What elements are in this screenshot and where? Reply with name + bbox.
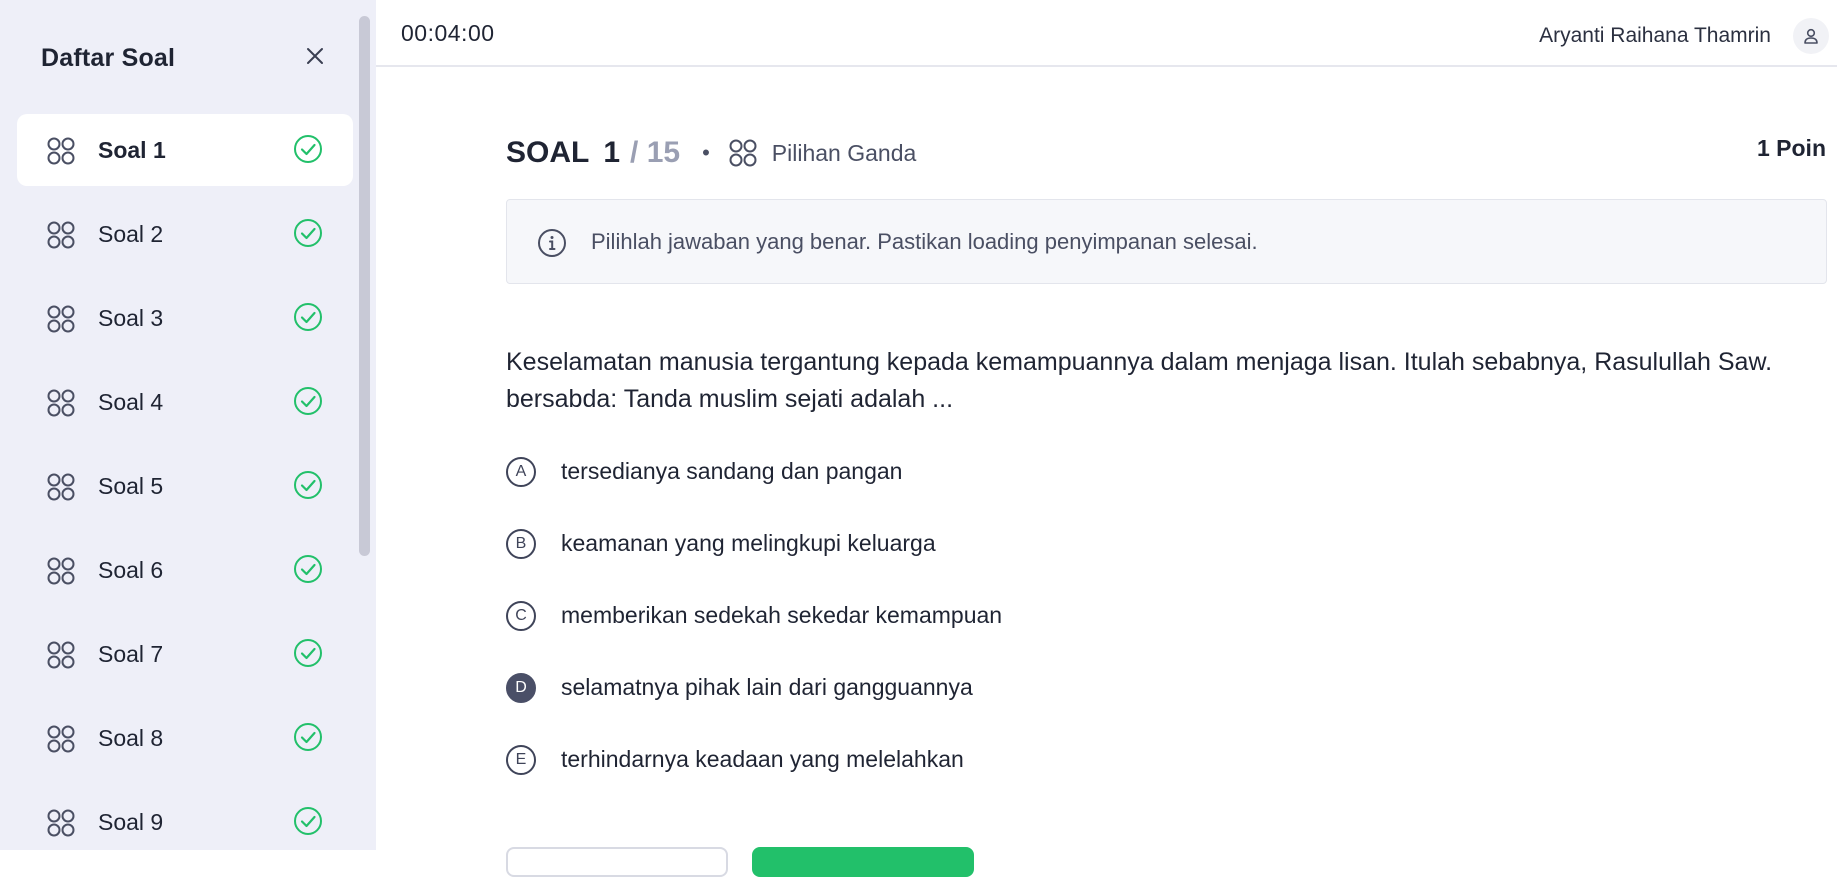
option-radio[interactable]: E	[506, 745, 536, 775]
option-text: selamatnya pihak lain dari gangguannya	[561, 674, 973, 700]
sidebar-item-label: Soal 3	[98, 305, 164, 331]
sidebar-item-label: Soal 9	[98, 809, 164, 835]
close-icon[interactable]	[301, 42, 329, 70]
sidebar-scrollbar[interactable]	[359, 16, 370, 556]
sidebar-item-label: Soal 5	[98, 473, 164, 499]
option-radio[interactable]: A	[506, 457, 536, 487]
option-radio[interactable]: D	[506, 673, 536, 703]
instruction-box: Pilihlah jawaban yang benar. Pastikan lo…	[506, 199, 1827, 284]
option-d[interactable]: D selamatnya pihak lain dari gangguannya	[506, 669, 1706, 741]
sidebar-header: Daftar Soal	[41, 44, 331, 76]
check-circle-icon	[294, 807, 322, 835]
check-circle-icon	[294, 219, 322, 247]
question-text: Keselamatan manusia tergantung kepada ke…	[506, 348, 1773, 413]
question-sidebar: Daftar Soal Soal 1 Soal 2 Soal 3 Soal 4	[0, 0, 376, 850]
question-type: Pilihan Ganda	[771, 139, 917, 166]
grid-icon	[47, 305, 75, 333]
grid-icon	[47, 725, 75, 753]
user-icon	[1804, 28, 1818, 44]
sidebar-title: Daftar Soal	[41, 44, 176, 72]
check-circle-icon	[294, 135, 322, 163]
option-e[interactable]: E terhindarnya keadaan yang melelahkan	[506, 741, 1706, 813]
grid-icon	[47, 389, 75, 417]
user-name: Aryanti Raihana Thamrin	[1539, 24, 1771, 47]
grid-icon	[47, 809, 75, 837]
question-word: SOAL	[506, 136, 590, 169]
sidebar-item-soal-1[interactable]: Soal 1	[17, 114, 353, 186]
grid-icon	[47, 473, 75, 501]
top-bar: 00:04:00 Aryanti Raihana Thamrin	[376, 0, 1837, 67]
sidebar-item-soal-5[interactable]: Soal 5	[17, 450, 353, 522]
sidebar-item-label: Soal 2	[98, 221, 164, 247]
sidebar-item-label: Soal 7	[98, 641, 164, 667]
countdown-timer: 00:04:00	[401, 20, 495, 46]
question-points: 1 Poin	[1756, 135, 1826, 161]
sidebar-item-label: Soal 4	[98, 389, 164, 415]
check-circle-icon	[294, 555, 322, 583]
option-b[interactable]: B keamanan yang melingkupi keluarga	[506, 525, 1706, 597]
grid-icon	[729, 139, 757, 167]
sidebar-item-soal-8[interactable]: Soal 8	[17, 702, 353, 774]
sidebar-item-soal-9[interactable]: Soal 9	[17, 786, 353, 850]
option-text: keamanan yang melingkupi keluarga	[561, 530, 936, 556]
option-text: terhindarnya keadaan yang melelahkan	[561, 746, 964, 772]
option-radio[interactable]: C	[506, 601, 536, 631]
check-circle-icon	[294, 387, 322, 415]
previous-button[interactable]	[506, 847, 728, 877]
option-a[interactable]: A tersedianya sandang dan pangan	[506, 453, 1706, 525]
grid-icon	[47, 137, 75, 165]
check-circle-icon	[294, 723, 322, 751]
info-icon	[538, 229, 566, 257]
avatar[interactable]	[1793, 18, 1829, 54]
option-c[interactable]: C memberikan sedekah sekedar kemampuan	[506, 597, 1706, 669]
option-text: tersedianya sandang dan pangan	[561, 458, 903, 484]
sidebar-item-soal-2[interactable]: Soal 2	[17, 198, 353, 270]
option-radio[interactable]: B	[506, 529, 536, 559]
question-total: / 15	[630, 136, 681, 169]
navigation-buttons	[506, 847, 1106, 877]
sidebar-item-label: Soal 6	[98, 557, 164, 583]
header-separator: •	[702, 140, 710, 165]
sidebar-item-soal-4[interactable]: Soal 4	[17, 366, 353, 438]
grid-icon	[47, 221, 75, 249]
answer-options: A tersedianya sandang dan pangan B keama…	[506, 453, 1706, 813]
sidebar-item-label: Soal 8	[98, 725, 164, 751]
option-text: memberikan sedekah sekedar kemampuan	[561, 602, 1003, 628]
check-circle-icon	[294, 471, 322, 499]
sidebar-item-soal-3[interactable]: Soal 3	[17, 282, 353, 354]
sidebar-item-soal-7[interactable]: Soal 7	[17, 618, 353, 690]
question-panel: SOAL 1 / 15 • Pilihan Ganda 1 Poin Pilih…	[376, 69, 1837, 877]
check-circle-icon	[294, 639, 322, 667]
question-list: Soal 1 Soal 2 Soal 3 Soal 4 Soal 5 Soal …	[17, 114, 353, 850]
grid-icon	[47, 641, 75, 669]
next-button[interactable]	[752, 847, 974, 877]
grid-icon	[47, 557, 75, 585]
sidebar-item-soal-6[interactable]: Soal 6	[17, 534, 353, 606]
question-number: 1	[603, 136, 621, 169]
instruction-text: Pilihlah jawaban yang benar. Pastikan lo…	[591, 229, 1258, 254]
check-circle-icon	[294, 303, 322, 331]
sidebar-item-label: Soal 1	[98, 137, 166, 163]
question-header: SOAL 1 / 15 • Pilihan Ganda	[506, 133, 916, 173]
